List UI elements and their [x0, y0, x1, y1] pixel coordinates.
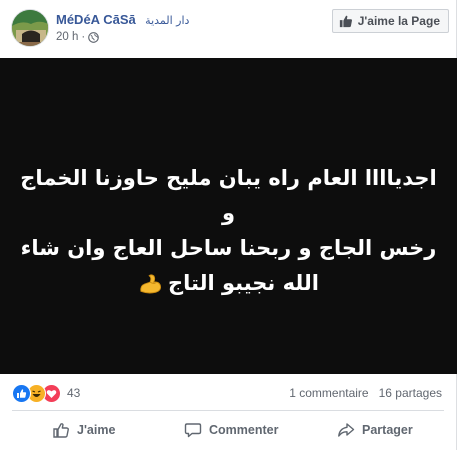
- facebook-post: MéDéA CāSā دار المدية 20 h · J'aime la P…: [0, 0, 457, 450]
- like-reaction-icon: [12, 383, 31, 403]
- post-header: MéDéA CāSā دار المدية 20 h · J'aime la P…: [0, 0, 457, 56]
- meta-separator: ·: [81, 31, 86, 43]
- image-text-line-last: الله نجيبو التاج: [12, 266, 445, 301]
- comment-button[interactable]: Commenter: [184, 414, 278, 446]
- like-button[interactable]: J'aime: [52, 414, 115, 446]
- page-name[interactable]: MéDéA CāSā: [56, 12, 136, 27]
- reactions-summary[interactable]: 43: [12, 383, 80, 403]
- flexed-biceps-icon: [140, 274, 162, 294]
- post-timestamp[interactable]: 20 h: [56, 31, 78, 43]
- like-page-label: J'aime la Page: [357, 14, 440, 28]
- post-stats: 1 commentaire 16 partages: [289, 386, 442, 400]
- shares-count[interactable]: 16 partages: [379, 386, 442, 400]
- page-subname[interactable]: دار المدية: [145, 14, 189, 27]
- share-icon: [338, 423, 355, 437]
- image-text-line: رخس الجاج و ربحنا ساحل العاج وان شاء: [20, 236, 437, 260]
- comments-count[interactable]: 1 commentaire: [289, 386, 368, 400]
- image-text: اجدياااا العام راه يبان مليح حاوزنا الخم…: [12, 161, 445, 301]
- share-button[interactable]: Partager: [337, 414, 413, 446]
- globe-icon: [88, 31, 100, 43]
- post-image[interactable]: اجدياااا العام راه يبان مليح حاوزنا الخم…: [0, 58, 457, 374]
- divider: [12, 410, 444, 411]
- post-meta: 20 h ·: [56, 31, 100, 43]
- like-page-button[interactable]: J'aime la Page: [331, 9, 449, 33]
- image-text-line: اجدياااا العام راه يبان مليح حاوزنا الخم…: [20, 166, 437, 225]
- comment-icon: [184, 423, 202, 438]
- image-text-line: الله نجيبو التاج: [167, 271, 320, 295]
- reaction-count[interactable]: 43: [67, 386, 80, 400]
- comment-label: Commenter: [209, 423, 279, 437]
- share-label: Partager: [362, 423, 413, 437]
- thumbs-up-outline-icon: [53, 423, 69, 438]
- page-avatar[interactable]: [11, 9, 49, 47]
- page-name-row: MéDéA CāSā دار المدية: [56, 11, 189, 29]
- thumbs-up-icon: [339, 15, 352, 28]
- post-actions: J'aime Commenter Partager: [0, 414, 457, 446]
- like-label: J'aime: [77, 423, 116, 437]
